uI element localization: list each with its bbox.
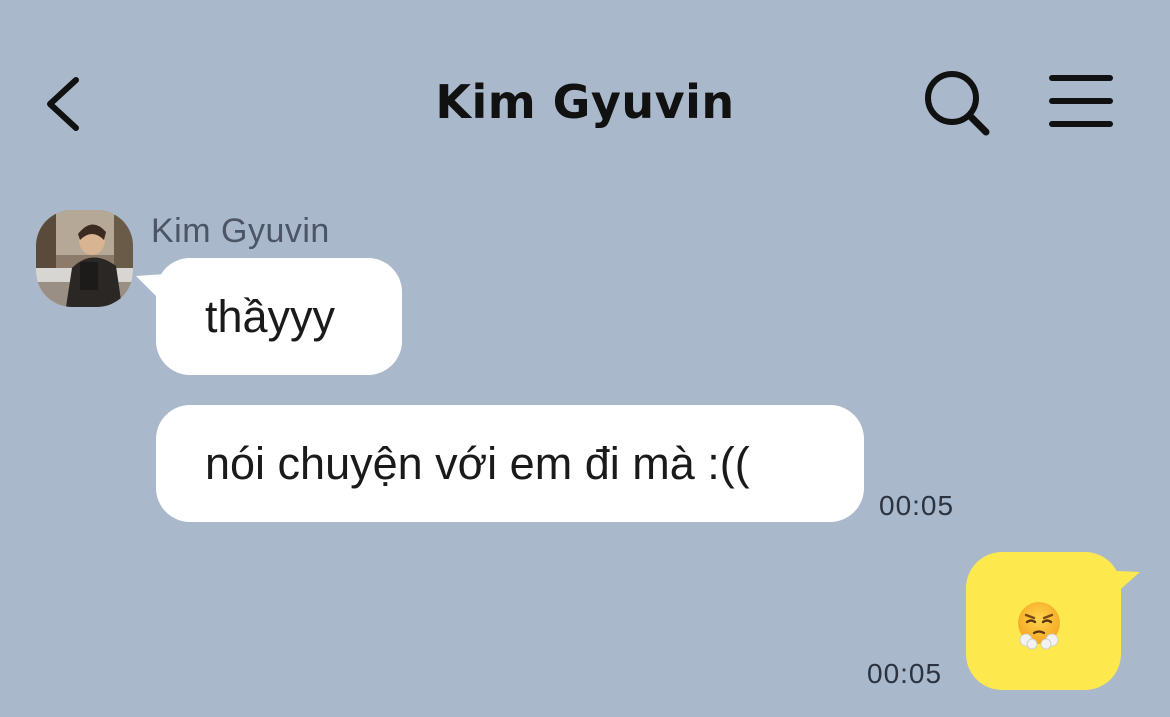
incoming-message-bubble[interactable]: thầyyy: [156, 258, 402, 375]
message-text: thầyyy: [205, 291, 336, 342]
face-with-steam-from-nose-emoji: [1014, 600, 1064, 650]
sender-name: Kim Gyuvin: [151, 212, 330, 250]
chat-screen: Kim Gyuvin Kim Gyuvin thầyyy nói chuyện …: [0, 0, 1170, 717]
menu-button[interactable]: [1044, 68, 1118, 136]
search-button[interactable]: [918, 68, 996, 140]
contact-avatar[interactable]: [36, 210, 133, 307]
search-icon: [925, 71, 990, 136]
message-timestamp: 00:05: [879, 490, 955, 521]
face-with-steam-from-nose-icon: [1018, 602, 1060, 650]
hamburger-menu-icon: [1049, 75, 1113, 127]
message-timestamp: 00:05: [867, 658, 943, 689]
outgoing-bubble-tail: [1096, 570, 1140, 602]
message-text: nói chuyện với em đi mà :((: [205, 438, 750, 489]
incoming-message-bubble[interactable]: nói chuyện với em đi mà :((: [156, 405, 864, 522]
avatar-photo: [36, 210, 133, 307]
